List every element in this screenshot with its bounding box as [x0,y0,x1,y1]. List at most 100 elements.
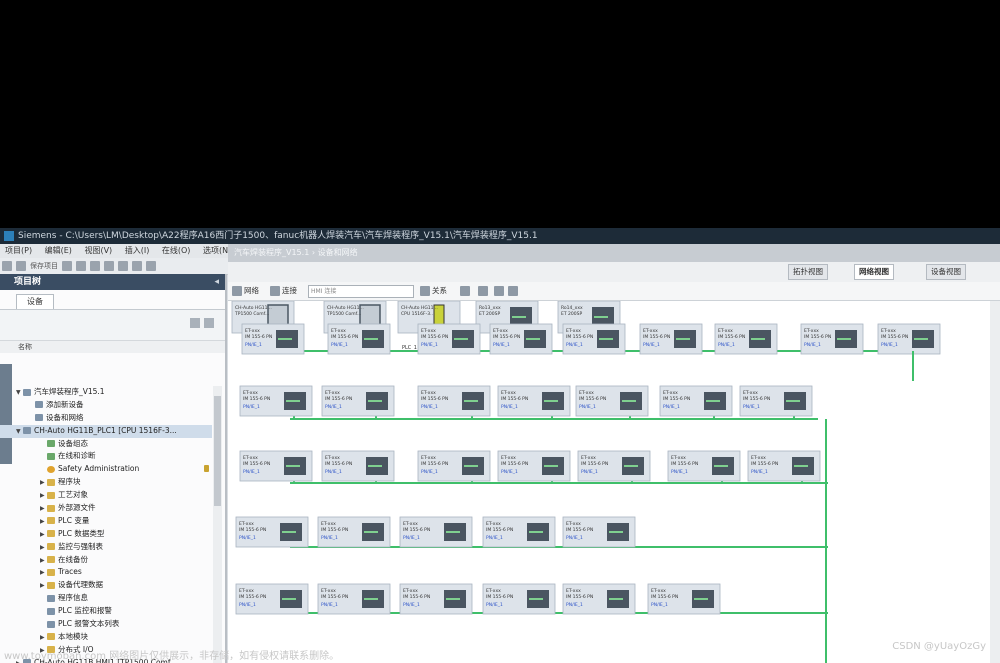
menu-options[interactable]: 选项(N) [203,246,231,255]
device-label: IM 155-6 PN [493,334,520,340]
status-led-icon [622,400,636,402]
menu-view[interactable]: 视图(V) [84,246,112,255]
tree-item-label: 监控与强制表 [58,541,103,551]
tree-scrollbar-thumb[interactable] [214,396,221,506]
tree-item[interactable]: 在线和诊断 [0,450,212,463]
status-led-icon [751,338,765,340]
status-led-icon [544,400,558,402]
connections-icon[interactable] [270,286,280,296]
network-icon[interactable] [232,286,242,296]
tree-item[interactable]: ▶ Traces [0,566,212,579]
device-label: ET-xxx [245,328,260,334]
tree-item[interactable]: ▶ 设备代理数据 [0,579,212,592]
status-led-icon [282,598,296,600]
print-icon[interactable] [62,261,72,271]
status-led-icon [786,400,800,402]
relations-button[interactable]: 关系 [432,284,447,298]
menu-insert[interactable]: 插入(I) [125,246,150,255]
canvas-scrollbar[interactable] [990,301,1000,663]
tab-network-view[interactable]: 网络视图 [854,264,894,280]
pin-icon[interactable]: ◂ [214,274,219,290]
tree-item[interactable]: 添加新设备 [0,399,212,412]
device-label: ET-xxx [239,588,254,594]
tree-item[interactable]: ▶ 工艺对象 [0,489,212,502]
tree-item[interactable]: 设备和网络 [0,412,212,425]
copy-icon[interactable] [90,261,100,271]
menu-online[interactable]: 在线(O) [162,246,191,255]
expand-arrow-icon[interactable]: ▼ [16,387,23,399]
tree-item[interactable]: ▶ 程序块 [0,476,212,489]
expand-arrow-icon[interactable]: ▶ [40,490,47,502]
device-label: PN/IE_1 [579,404,596,410]
tree-item[interactable]: Safety Administration [0,463,212,476]
network-canvas[interactable]: CH-Auto HG11... TP1500 Comf... CH-Auto HG1… [228,301,990,663]
tree-options-icon[interactable] [204,318,214,328]
tree-item[interactable]: ▶ 在线备份 [0,554,212,567]
tree-item[interactable]: ▶ 本地模块 [0,631,212,644]
device-label: ET-xxx [403,521,418,527]
undo-icon[interactable] [132,261,142,271]
redo-icon[interactable] [146,261,156,271]
delete-icon[interactable] [118,261,128,271]
device-label: PN/IE_1 [486,535,503,541]
grid-icon[interactable] [478,286,488,296]
tree-item[interactable]: ▶ 监控与强制表 [0,541,212,554]
device-label: IM 155-6 PN [718,334,745,340]
device-label: ET-xxx [743,390,758,396]
tree-item[interactable]: PLC 监控和报警 [0,605,212,618]
expand-arrow-icon[interactable]: ▶ [40,555,47,567]
relations-icon[interactable] [420,286,430,296]
tree-item[interactable]: ▼ CH-Auto HG11B_PLC1 [CPU 1516F-3... [0,424,212,438]
network-button[interactable]: 网络 [244,284,259,298]
show-address-icon[interactable] [460,286,470,296]
device-label: PN/IE_1 [403,535,420,541]
tree-scrollbar[interactable] [213,386,222,663]
zoom-icon[interactable] [508,286,518,296]
expand-arrow-icon[interactable]: ▶ [40,516,47,528]
status-led-icon [714,465,728,467]
open-project-icon[interactable] [16,261,26,271]
tree-item[interactable]: ▼ 汽车焊装程序_V15.1 [0,386,212,399]
tree-item[interactable]: 设备组态 [0,438,212,451]
save-project-button[interactable]: 保存项目 [30,258,58,274]
tree-view-icon[interactable] [190,318,200,328]
expand-arrow-icon[interactable]: ▶ [40,632,47,644]
cut-icon[interactable] [76,261,86,271]
folder-icon [47,517,55,525]
tree-item[interactable]: ▶ PLC 变量 [0,515,212,528]
breadcrumb-text: 汽车焊装程序_V15.1 › 设备和网络 [234,248,358,257]
tree-item[interactable]: 程序信息 [0,592,212,605]
expand-arrow-icon[interactable]: ▼ [16,426,23,438]
device-label: PN/IE_1 [566,602,583,608]
expand-arrow-icon[interactable]: ▶ [40,567,47,579]
device-label: IM 155-6 PN [566,594,593,600]
paste-icon[interactable] [104,261,114,271]
expand-arrow-icon[interactable]: ▶ [40,529,47,541]
device-label: IM 155-6 PN [421,334,448,340]
device-label: ET-xxx [501,390,516,396]
tab-topology-view[interactable]: 拓扑视图 [788,264,828,280]
device-label: ET-xxx [566,588,581,594]
expand-arrow-icon[interactable]: ▶ [40,503,47,515]
tree-item[interactable]: PLC 报警文本列表 [0,618,212,631]
device-label: ET-xxx [403,588,418,594]
layout-icon[interactable] [494,286,504,296]
tree-item-label: PLC 变量 [58,515,90,525]
watermark-left: www.toymoban.com 网络图片仅供展示，非存储，如有侵权请联系删除。 [4,651,340,662]
new-project-icon[interactable] [2,261,12,271]
tia-portal-window: Siemens - C:\Users\LM\Desktop\A22程序A16西门… [0,228,1000,663]
tree-item[interactable]: ▶ PLC 数据类型 [0,528,212,541]
expand-arrow-icon[interactable]: ▶ [40,477,47,489]
expand-arrow-icon[interactable]: ▶ [40,580,47,592]
tree-item[interactable]: ▶ 外部源文件 [0,502,212,515]
device-label: IM 155-6 PN [403,594,430,600]
menu-edit[interactable]: 编辑(E) [45,246,72,255]
menu-project[interactable]: 项目(P) [5,246,32,255]
devices-tab[interactable]: 设备 [16,294,54,309]
tab-device-view[interactable]: 设备视图 [926,264,966,280]
expand-arrow-icon[interactable]: ▶ [40,542,47,554]
device-label: ET-xxx [881,328,896,334]
connection-type-select[interactable]: HMI 连接 [308,285,414,298]
connections-button[interactable]: 连接 [282,284,297,298]
watermark-right: CSDN @yUayOzGy [892,641,986,652]
